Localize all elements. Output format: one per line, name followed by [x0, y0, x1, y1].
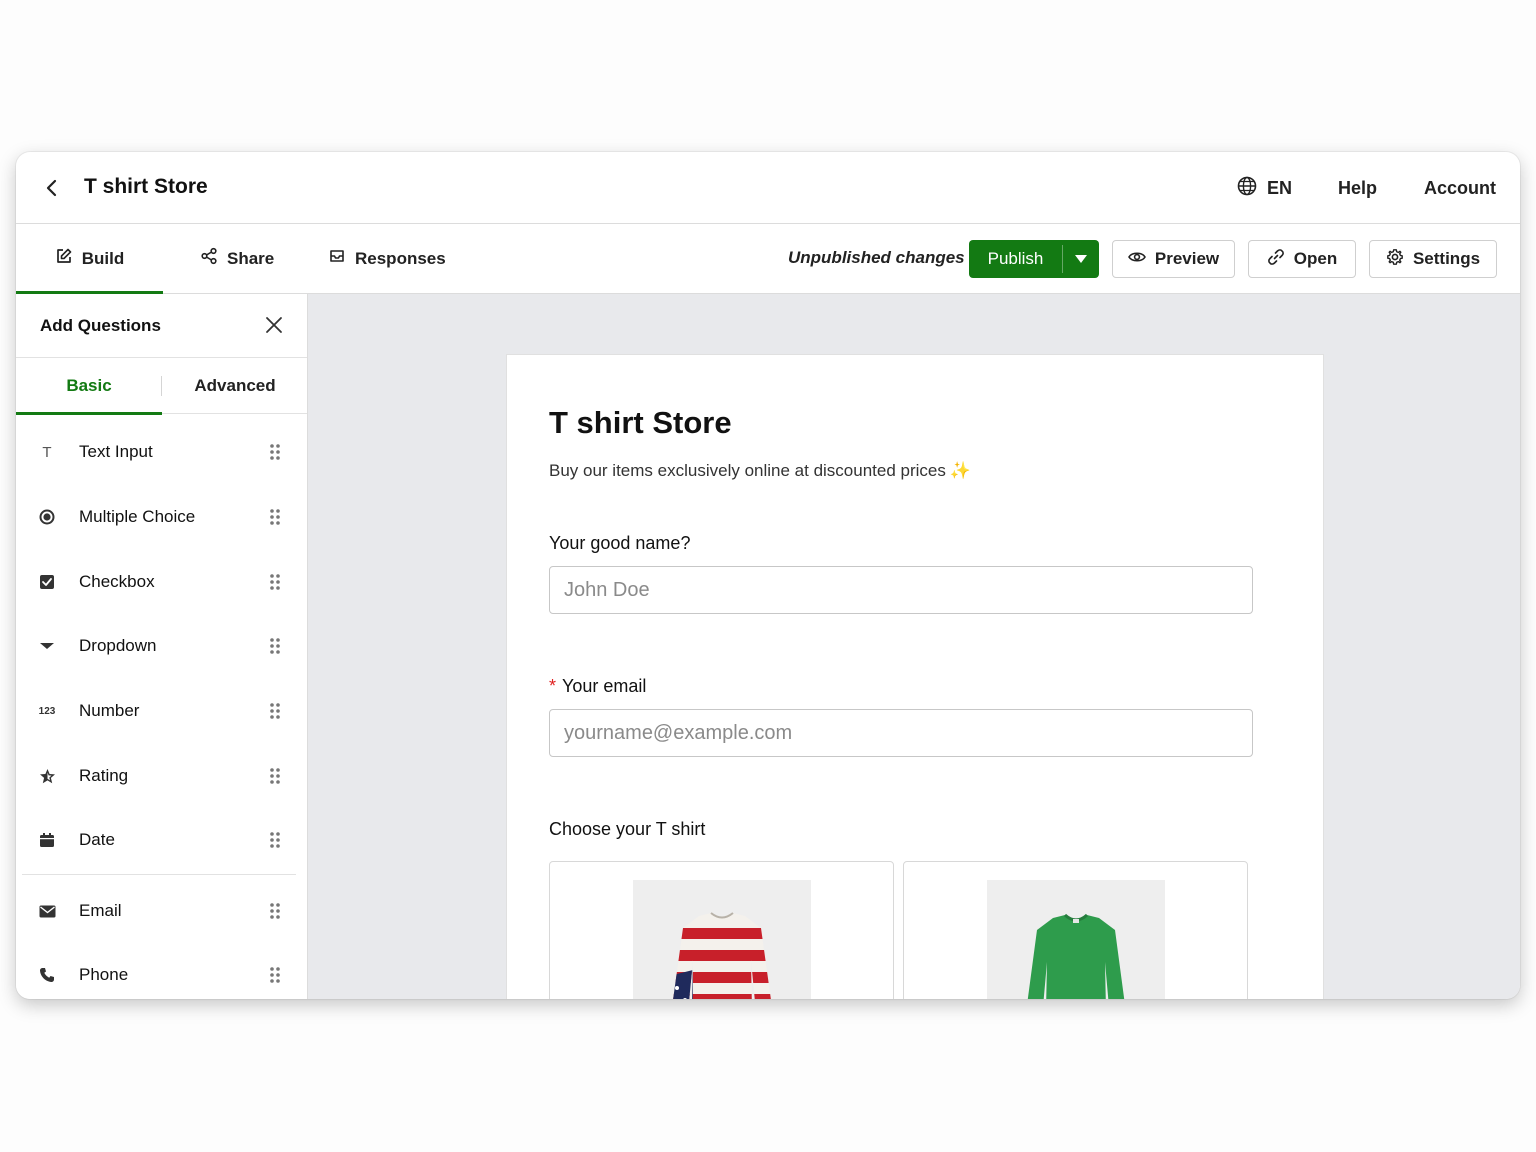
settings-label: Settings: [1412, 249, 1481, 268]
question-type-rating[interactable]: Rating: [16, 756, 307, 796]
gear-icon: [1386, 248, 1404, 271]
drag-handle-icon[interactable]: [269, 767, 281, 785]
panel-header: Add Questions: [16, 294, 307, 358]
question-label-tshirt: Choose your T shirt: [549, 819, 706, 839]
section-divider: [22, 874, 296, 875]
publish-menu-caret-icon[interactable]: [1063, 240, 1099, 278]
question-label-name: Your good name?: [549, 533, 691, 553]
question-type-label: Dropdown: [79, 636, 157, 655]
star-icon: [38, 767, 56, 785]
question-type-email[interactable]: Email: [16, 891, 307, 931]
close-icon[interactable]: [263, 314, 285, 336]
question-type-label: Number: [79, 701, 140, 720]
question-label-email: * Your email: [549, 676, 646, 697]
question-type-label: Date: [79, 830, 115, 849]
tab-share-label: Share: [227, 248, 275, 268]
calendar-icon: [38, 831, 56, 849]
number-icon: 123: [38, 702, 56, 720]
inbox-icon: [328, 247, 346, 270]
tab-build-label: Build: [81, 248, 125, 268]
form-card: T shirt Store Buy our items exclusively …: [506, 354, 1324, 999]
edit-icon: [55, 247, 73, 270]
globe-icon: [1237, 176, 1257, 201]
question-type-label: Rating: [79, 766, 129, 785]
tab-basic[interactable]: Basic: [16, 358, 162, 415]
green-sweater-image: [987, 880, 1165, 999]
question-type-label: Phone: [79, 965, 129, 984]
question-type-label: Checkbox: [79, 572, 155, 591]
phone-icon: [38, 966, 56, 984]
envelope-icon: [38, 902, 56, 920]
open-button[interactable]: Open: [1248, 240, 1356, 278]
question-type-text-input[interactable]: T Text Input: [16, 432, 307, 472]
checkbox-icon: [38, 573, 56, 591]
app-header: T shirt Store EN Help Account: [16, 152, 1520, 224]
tab-advanced[interactable]: Advanced: [162, 358, 307, 414]
drag-handle-icon[interactable]: [269, 702, 281, 720]
language-selector[interactable]: EN: [1237, 176, 1292, 201]
form-description-text: Buy our items exclusively online at disc…: [549, 461, 946, 480]
drag-handle-icon[interactable]: [269, 443, 281, 461]
publish-label: Publish: [987, 249, 1044, 268]
question-type-checkbox[interactable]: Checkbox: [16, 562, 307, 602]
email-input[interactable]: [549, 709, 1253, 757]
question-type-number[interactable]: 123 Number: [16, 691, 307, 731]
question-type-multiple-choice[interactable]: Multiple Choice: [16, 497, 307, 537]
required-asterisk: *: [549, 676, 557, 696]
settings-button[interactable]: Settings: [1369, 240, 1497, 278]
panel-title: Add Questions: [40, 316, 161, 335]
back-arrow-icon[interactable]: [38, 174, 66, 202]
drag-handle-icon[interactable]: [269, 573, 281, 591]
text-icon: T: [38, 443, 56, 461]
help-link[interactable]: Help: [1338, 178, 1377, 199]
preview-label: Preview: [1154, 249, 1220, 268]
open-label: Open: [1293, 249, 1338, 268]
eye-icon: [1127, 249, 1146, 269]
tab-responses[interactable]: Responses: [328, 224, 446, 293]
header-nav: EN Help Account: [1237, 176, 1496, 201]
tab-share[interactable]: Share: [200, 224, 274, 293]
tshirt-option-green[interactable]: [903, 861, 1248, 999]
language-label: EN: [1266, 178, 1292, 198]
name-input[interactable]: [549, 566, 1253, 614]
number-icon-glyph: 123: [38, 705, 56, 717]
form-title[interactable]: T shirt Store: [549, 405, 732, 441]
form-description[interactable]: Buy our items exclusively online at disc…: [549, 461, 971, 481]
question-type-dropdown[interactable]: Dropdown: [16, 626, 307, 666]
question-type-phone[interactable]: Phone: [16, 955, 307, 995]
question-type-tabs: Basic Advanced: [16, 358, 307, 415]
tab-responses-label: Responses: [355, 248, 446, 268]
tab-build[interactable]: Build: [16, 224, 163, 294]
share-icon: [200, 247, 218, 270]
account-link[interactable]: Account: [1424, 178, 1496, 199]
caret-down-icon: [38, 637, 56, 655]
question-label-email-text: Your email: [562, 676, 647, 696]
tshirt-option-striped[interactable]: [549, 861, 894, 999]
editor-toolbar: Build Share Responses Unpublished change…: [16, 224, 1520, 294]
text-icon-glyph: T: [42, 443, 52, 461]
radio-icon: [38, 508, 56, 526]
drag-handle-icon[interactable]: [269, 831, 281, 849]
question-type-label: Text Input: [79, 442, 153, 461]
publish-button[interactable]: Publish: [969, 240, 1099, 278]
sparkle-icon: ✨: [949, 461, 972, 480]
publish-status: Unpublished changes: [788, 248, 965, 267]
link-icon: [1267, 248, 1285, 271]
drag-handle-icon[interactable]: [269, 637, 281, 655]
striped-sweater-image: [633, 880, 811, 999]
add-questions-panel: Add Questions Basic Advanced T Text Inpu…: [16, 294, 308, 999]
question-type-label: Email: [79, 901, 122, 920]
question-type-date[interactable]: Date: [16, 820, 307, 860]
question-type-label: Multiple Choice: [79, 507, 196, 526]
drag-handle-icon[interactable]: [269, 902, 281, 920]
preview-button[interactable]: Preview: [1112, 240, 1235, 278]
form-name: T shirt Store: [84, 175, 208, 198]
drag-handle-icon[interactable]: [269, 508, 281, 526]
drag-handle-icon[interactable]: [269, 966, 281, 984]
app-window: T shirt Store EN Help Account Build Shar…: [16, 152, 1520, 999]
form-canvas: T shirt Store Buy our items exclusively …: [308, 294, 1520, 999]
